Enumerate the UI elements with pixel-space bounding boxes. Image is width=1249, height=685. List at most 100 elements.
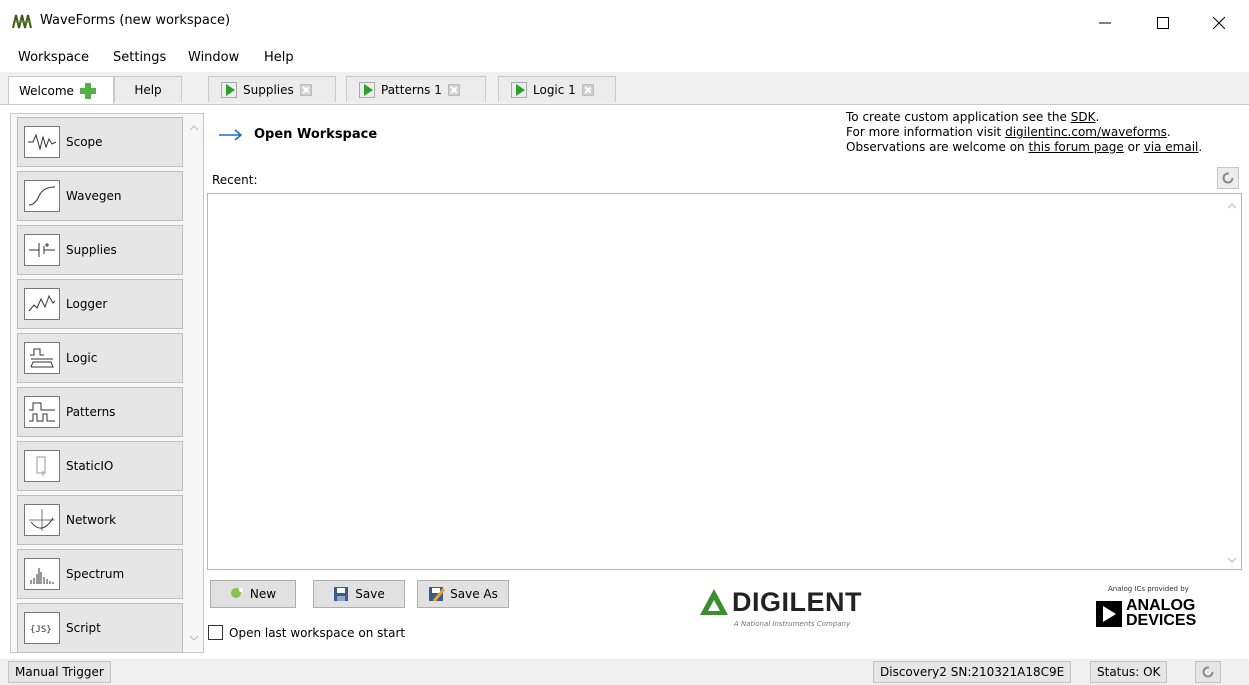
scope-icon (24, 126, 60, 158)
device-selector[interactable]: Discovery2 SN:210321A18C9E (873, 661, 1072, 683)
minimize-icon (1099, 22, 1111, 24)
tab-welcome-label: Welcome (19, 83, 74, 98)
instrument-label: Logic (66, 351, 98, 365)
instrument-label: Wavegen (66, 189, 122, 203)
instrument-label: Network (66, 513, 117, 527)
instrument-list-scrollbar[interactable] (187, 118, 201, 648)
network-icon (24, 504, 60, 536)
open-last-workspace-checkbox[interactable]: Open last workspace on start (208, 625, 405, 640)
save-workspace-button[interactable]: Save (313, 580, 405, 608)
new-button-label: New (249, 587, 277, 601)
info-line3-end: . (1198, 140, 1203, 154)
info-line3-mid: or (1123, 140, 1144, 154)
menu-settings[interactable]: Settings (113, 50, 166, 65)
open-last-workspace-label: Open last workspace on start (229, 625, 406, 640)
patterns-icon (24, 396, 60, 428)
adi-logo-icon (1096, 601, 1122, 627)
instrument-label: StaticIO (66, 459, 114, 473)
menu-bar: Workspace Settings Window Help (0, 44, 1249, 72)
analog-devices-logo: Analog ICs provided by ANALOG DEVICES (1096, 585, 1226, 635)
tab-logic-label: Logic 1 (533, 82, 576, 97)
instrument-logic-button[interactable]: Logic (17, 333, 183, 383)
instrument-network-button[interactable]: Network (17, 495, 183, 545)
manual-trigger-button[interactable]: Manual Trigger (8, 661, 111, 683)
close-tab-logic-icon[interactable] (581, 83, 594, 96)
minimize-button[interactable] (1082, 8, 1128, 38)
instrument-staticio-button[interactable]: StaticIO (17, 441, 183, 491)
instrument-label: Supplies (66, 243, 117, 257)
instrument-label: Scope (66, 135, 103, 149)
title-bar: WaveForms (new workspace) (0, 0, 1249, 44)
maximize-button[interactable] (1140, 8, 1186, 38)
email-link[interactable]: via email (1144, 140, 1199, 154)
instrument-script-button[interactable]: {JS} Script (17, 603, 183, 653)
info-line2-end: . (1166, 125, 1171, 139)
new-icon (230, 588, 243, 598)
menu-window[interactable]: Window (188, 50, 239, 65)
refresh-icon (1222, 172, 1234, 184)
save-as-icon (429, 587, 446, 602)
welcome-panel: Scope Wavegen Supplies Logger Logic Patt… (0, 104, 1249, 660)
save-button-label: Save (355, 587, 385, 601)
instrument-list: Scope Wavegen Supplies Logger Logic Patt… (10, 113, 204, 653)
refresh-button[interactable] (1217, 167, 1239, 189)
tab-supplies[interactable]: Supplies (208, 76, 336, 102)
window-title: WaveForms (new workspace) (40, 13, 231, 28)
close-button[interactable] (1196, 8, 1242, 38)
digilent-triangle-icon (700, 589, 728, 615)
close-tab-supplies-icon[interactable] (299, 83, 312, 96)
wavegen-icon (24, 180, 60, 212)
close-tab-patterns-icon[interactable] (447, 83, 460, 96)
svg-text:{JS}: {JS} (30, 625, 52, 635)
tab-help[interactable]: Help (114, 76, 182, 102)
close-icon (1213, 17, 1225, 29)
instrument-spectrum-button[interactable]: Spectrum (17, 549, 183, 599)
save-as-button-label: Save As (450, 587, 498, 601)
instrument-logger-button[interactable]: Logger (17, 279, 183, 329)
instrument-supplies-button[interactable]: Supplies (17, 225, 183, 275)
status-indicator: Status: OK (1090, 661, 1168, 683)
sdk-link[interactable]: SDK (1071, 110, 1096, 124)
tab-patterns[interactable]: Patterns 1 (346, 76, 486, 102)
adi-wordmark-line2: DEVICES (1126, 612, 1197, 629)
instrument-patterns-button[interactable]: Patterns (17, 387, 183, 437)
forum-link[interactable]: this forum page (1028, 140, 1123, 154)
arrow-right-icon (219, 128, 243, 141)
tab-help-label: Help (134, 82, 162, 97)
staticio-icon (24, 450, 60, 482)
run-patterns-icon[interactable] (359, 81, 375, 98)
tab-welcome[interactable]: Welcome (8, 76, 114, 104)
recent-list[interactable] (207, 193, 1242, 570)
add-tab-icon[interactable] (79, 82, 96, 99)
recent-label: Recent: (212, 173, 258, 187)
save-as-workspace-button[interactable]: Save As (417, 580, 509, 608)
spectrum-icon (24, 558, 60, 590)
open-workspace-link[interactable]: Open Workspace (218, 127, 377, 142)
tab-patterns-label: Patterns 1 (381, 82, 442, 97)
waveforms-app-icon (12, 12, 32, 30)
instrument-label: Patterns (66, 405, 116, 419)
tab-logic[interactable]: Logic 1 (498, 76, 616, 102)
instrument-scope-button[interactable]: Scope (17, 117, 183, 167)
instrument-label: Script (66, 621, 101, 635)
instrument-wavegen-button[interactable]: Wavegen (17, 171, 183, 221)
supplies-icon (24, 234, 60, 266)
status-bar: Manual Trigger Discovery2 SN:210321A18C9… (0, 659, 1249, 685)
menu-workspace[interactable]: Workspace (18, 50, 89, 65)
script-icon: {JS} (24, 612, 60, 644)
new-workspace-button[interactable]: New (210, 580, 296, 608)
info-text: To create custom application see the SDK… (846, 110, 1202, 155)
run-logic-icon[interactable] (511, 81, 527, 98)
info-line3-text: Observations are welcome on (846, 140, 1029, 154)
tab-supplies-label: Supplies (243, 82, 294, 97)
website-link[interactable]: digilentinc.com/waveforms (1005, 125, 1167, 139)
logger-icon (24, 288, 60, 320)
digilent-wordmark: DIGILENT (732, 587, 862, 617)
logic-icon (24, 342, 60, 374)
run-supplies-icon[interactable] (221, 81, 237, 98)
checkbox-box[interactable] (208, 625, 223, 640)
info-line2-text: For more information visit (846, 125, 1006, 139)
status-refresh-button[interactable] (1195, 661, 1221, 683)
recent-list-scrollbar[interactable] (1225, 194, 1239, 569)
menu-help[interactable]: Help (264, 50, 294, 65)
